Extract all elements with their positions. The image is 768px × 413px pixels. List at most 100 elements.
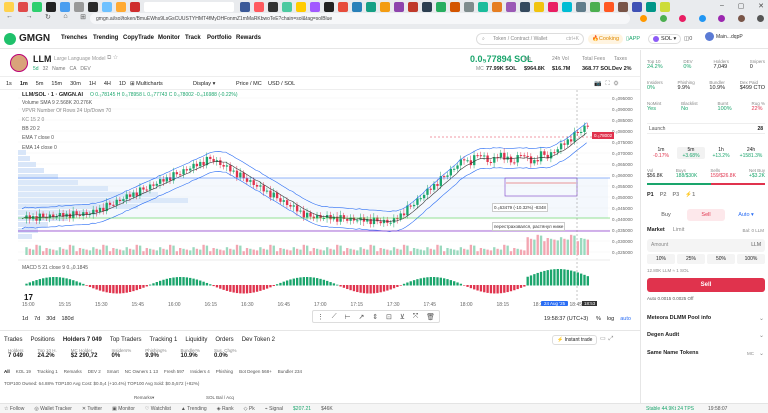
pct-25[interactable]: 25% [677, 254, 705, 264]
auto-scale-button[interactable]: auto [620, 316, 631, 322]
arrow-icon[interactable]: ↗ [359, 313, 365, 321]
tab-icon[interactable] [324, 2, 334, 12]
magnet-icon[interactable]: ⊻ [400, 313, 405, 321]
nav-trending[interactable]: Trending [93, 35, 118, 41]
preset-p1[interactable]: P1 [647, 192, 654, 198]
range-7d[interactable]: 7d [34, 316, 40, 322]
chart-note[interactable]: перестраховался, растянул ниже [492, 222, 566, 231]
status-follow[interactable]: ☆ Follow [4, 406, 24, 412]
status-monitor[interactable]: ▣ Monitor [112, 406, 135, 412]
filter-remarks[interactable]: Remarks [64, 369, 82, 374]
ruler-icon[interactable]: ⇕ [372, 313, 378, 321]
log-scale-button[interactable]: log [607, 316, 614, 322]
nav-rewards[interactable]: Rewards [236, 35, 261, 41]
tab-orders[interactable]: Orders [215, 337, 233, 343]
tab-icon[interactable] [102, 2, 112, 12]
tf-5m[interactable]: 5m +3.68% [677, 147, 705, 159]
tab-icon[interactable] [74, 2, 84, 12]
tab-liquidity[interactable]: Liquidity [185, 337, 207, 343]
nav-track[interactable]: Track [185, 35, 201, 41]
filter-dev[interactable]: DEV 2 [88, 369, 101, 374]
indicator-volume[interactable]: Volume SMA 9 2.568K 20.276K [22, 100, 92, 106]
tf-1h[interactable]: 1h +13.2% [707, 147, 735, 159]
tab-icon[interactable] [32, 2, 42, 12]
tab-icon[interactable] [254, 2, 264, 12]
delete-icon[interactable]: 🗑 [426, 313, 435, 321]
filter-all[interactable]: All [4, 369, 10, 374]
preset-count[interactable]: ⚡1 [685, 192, 695, 198]
tab-icon[interactable] [478, 2, 488, 12]
indicator-ema14[interactable]: EMA 14 close 0 [22, 145, 57, 151]
tf-1m[interactable]: 1m -0.17% [647, 147, 675, 159]
nav-trenches[interactable]: Trenches [61, 35, 87, 41]
chain-select[interactable]: SOL ▾ [648, 34, 682, 44]
extension-bar[interactable] [640, 13, 764, 24]
interval-1s[interactable]: 1s [6, 81, 12, 87]
status-signal[interactable]: ⌁ Signal [265, 406, 283, 412]
interval-30m[interactable]: 30m [70, 81, 81, 87]
tab-icon[interactable] [380, 2, 390, 12]
launch-row[interactable]: Launch 28 [647, 123, 765, 134]
same-name-header[interactable]: Same Name Tokens [647, 350, 699, 356]
tab-icon[interactable] [506, 2, 516, 12]
chevron-down-icon[interactable]: ⌄ [759, 315, 764, 322]
interval-1m[interactable]: 1m [20, 81, 28, 87]
tab-icon[interactable] [646, 2, 656, 12]
filter-phishing[interactable]: Phishing [216, 369, 233, 374]
pct-100[interactable]: 100% [737, 254, 765, 264]
tab-icon[interactable] [268, 2, 278, 12]
indicator-ema7[interactable]: EMA 7 close 0 [22, 135, 54, 141]
sell-tab[interactable]: Sell [687, 209, 725, 221]
interval-5m[interactable]: 5m [36, 81, 44, 87]
indicator-kc[interactable]: KC 15 2 0 [22, 117, 44, 123]
token-avatar[interactable] [10, 54, 28, 72]
tab-icon[interactable] [60, 2, 70, 12]
multicharts-button[interactable]: ⊞ Multicharts [130, 81, 163, 87]
interval-4h[interactable]: 4H [104, 81, 111, 87]
active-tab[interactable] [144, 2, 234, 12]
remarks-column-header[interactable]: Remarks▾ [134, 395, 154, 401]
filter-fresh[interactable]: Fresh 597 [164, 369, 184, 374]
filter-insiders[interactable]: Insiders 4 [190, 369, 210, 374]
tab-icon[interactable] [534, 2, 544, 12]
horizontal-line-icon[interactable]: ⊢ [345, 313, 351, 321]
tag-ca[interactable]: CA [69, 66, 76, 72]
interval-1d[interactable]: 1D [119, 81, 126, 87]
tab-top-traders[interactable]: Top Traders [110, 337, 142, 343]
tab-icon[interactable] [394, 2, 404, 12]
panel-tools-icons[interactable]: ▭⤢ [600, 335, 616, 343]
order-type-market[interactable]: Market [647, 227, 665, 233]
range-1d[interactable]: 1d [22, 316, 28, 322]
degen-audit-header[interactable]: Degen Audit [647, 332, 679, 338]
tab-icon[interactable] [352, 2, 362, 12]
address-bar[interactable]: gmgn.ai/sol/token/BmuEWhs9LsGsCUUSTYHMT4… [90, 13, 630, 24]
fee-settings[interactable]: Auto 0.0015 0.0025 Off [647, 296, 693, 301]
tab-icon[interactable] [618, 2, 628, 12]
account-name[interactable]: Main...dqpP [716, 34, 743, 40]
tab-icon[interactable] [116, 2, 126, 12]
chart-canvas[interactable]: 15:00 15:15 15:30 15:45 16:00 16:15 16:30 16:45… [0, 90, 640, 308]
filter-tracking[interactable]: Tracking 1 [37, 369, 58, 374]
lock-icon[interactable]: ⊡ [386, 313, 392, 321]
tab-icon[interactable] [46, 2, 56, 12]
range-30d[interactable]: 30d [46, 316, 55, 322]
status-trending[interactable]: ▲ Trending [181, 406, 207, 412]
display-button[interactable]: Display ▾ [193, 81, 215, 87]
price-chart[interactable]: 15:00 15:15 15:30 15:45 16:00 16:15 16:30 16:45… [0, 90, 640, 323]
tab-trades[interactable]: Trades [4, 337, 22, 343]
percent-scale-button[interactable]: % [596, 316, 601, 322]
tab-dev-token[interactable]: Dev Token 2 [242, 337, 275, 343]
trendline-icon[interactable]: ⟋ [332, 313, 337, 321]
interval-1h[interactable]: 1H [89, 81, 96, 87]
sol-bal-column-header[interactable]: SOL Bal / Acq [206, 395, 234, 400]
gmgn-logo-icon[interactable] [4, 33, 16, 45]
tab-icon[interactable] [240, 2, 250, 12]
pool-info-header[interactable]: Meteora DLMM Pool info [647, 315, 711, 321]
cooking-button[interactable]: 🔥 Cooking [588, 34, 624, 44]
tab-icon[interactable] [282, 2, 292, 12]
status-pk[interactable]: ◇ Pk [244, 406, 255, 412]
tab-icon[interactable] [408, 2, 418, 12]
tab-icon[interactable] [604, 2, 614, 12]
status-rank[interactable]: ◈ Rank [217, 406, 234, 412]
tab-icon[interactable] [88, 2, 98, 12]
